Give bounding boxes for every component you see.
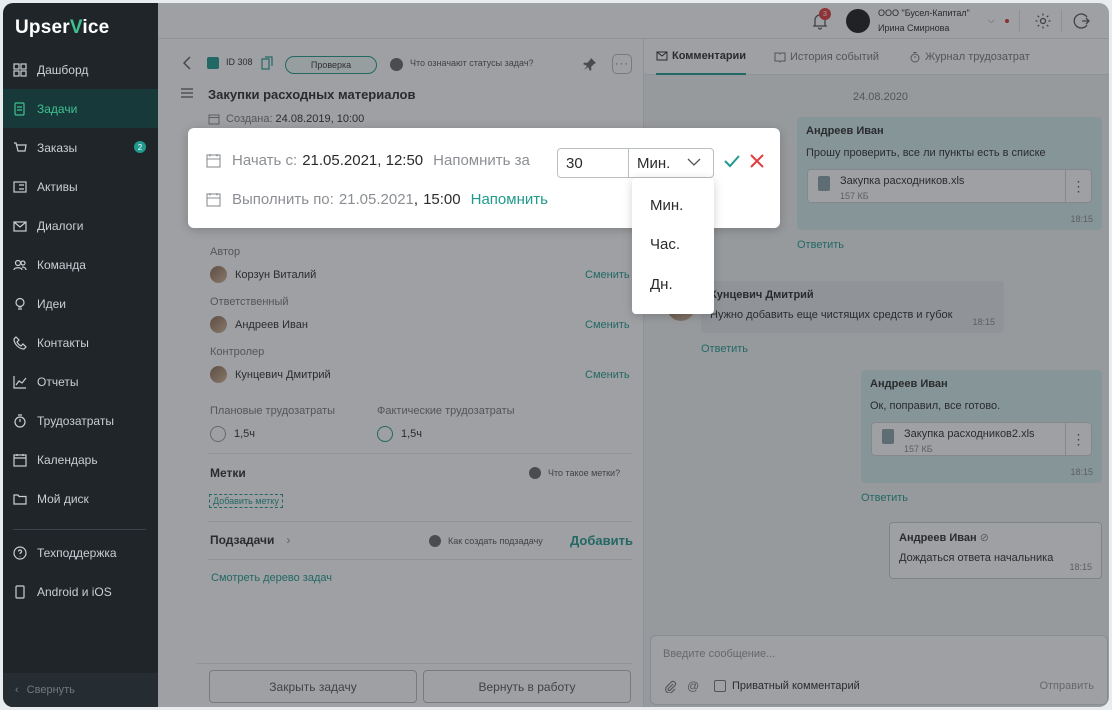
sidebar-item-label: Заказы [37, 140, 78, 155]
cart-icon [13, 141, 27, 155]
sidebar-divider [13, 529, 146, 530]
sidebar-item-label: Диалоги [37, 218, 84, 233]
sidebar-item-label: Отчеты [37, 374, 79, 389]
timer-icon [13, 413, 27, 428]
sidebar-item-contacts[interactable]: Контакты [3, 323, 158, 362]
calendar-icon [13, 453, 27, 467]
remind-amount-input[interactable]: 30 [557, 148, 628, 178]
sidebar-item-ideas[interactable]: Идеи [3, 284, 158, 323]
sidebar-item-assets[interactable]: Активы [3, 167, 158, 206]
remind-label: Напомнить за [433, 152, 530, 169]
cancel-x-icon[interactable] [749, 153, 765, 169]
sidebar-item-dialogs[interactable]: Диалоги [3, 206, 158, 245]
modal-backdrop[interactable] [158, 3, 1109, 707]
start-date-row: Начать с: 21.05.2021, 12:50 Напомнить за [206, 152, 530, 169]
bulb-icon [13, 297, 27, 311]
sidebar-bottom-nav: Техподдержка Android и iOS [3, 533, 158, 611]
sidebar-item-support[interactable]: Техподдержка [3, 533, 158, 572]
sidebar-item-label: Идеи [37, 296, 67, 311]
due-date-row: Выполнить по: 21.05.2021, 15:00 Напомнит… [206, 191, 548, 208]
sidebar-item-label: Техподдержка [37, 545, 117, 560]
logo: UpserVice [15, 17, 110, 38]
sidebar: UpserVice Дашборд Задачи Заказы 2 Активы [3, 3, 158, 707]
unit-option-minutes[interactable]: Мин. [650, 197, 683, 214]
sidebar-item-label: Android и iOS [37, 584, 112, 599]
help-icon [13, 545, 27, 560]
chevron-left-icon: ‹ [15, 684, 19, 696]
orders-badge: 2 [134, 141, 146, 153]
calendar-icon [206, 154, 221, 168]
sidebar-item-disk[interactable]: Мой диск [3, 479, 158, 518]
sidebar-item-label: Трудозатраты [37, 413, 114, 428]
due-time-value[interactable]: 15:00 [423, 191, 461, 208]
sidebar-nav: Дашборд Задачи Заказы 2 Активы Диалоги К… [3, 50, 158, 518]
collapse-sidebar-button[interactable]: ‹ Свернуть [3, 673, 158, 707]
chevron-down-icon [687, 158, 701, 166]
start-date-value[interactable]: 21.05.2021, 12:50 [302, 152, 423, 169]
grid-icon [13, 62, 27, 77]
remind-unit-select[interactable]: Мин. [628, 148, 714, 178]
team-icon [13, 258, 27, 272]
sidebar-item-tasks[interactable]: Задачи [3, 89, 158, 128]
folder-icon [13, 492, 27, 506]
chart-icon [13, 375, 27, 389]
sidebar-item-reports[interactable]: Отчеты [3, 362, 158, 401]
sidebar-item-label: Команда [37, 257, 86, 272]
unit-option-hours[interactable]: Час. [650, 236, 680, 253]
sidebar-item-label: Мой диск [37, 491, 89, 506]
sidebar-item-label: Активы [37, 179, 78, 194]
sidebar-item-calendar[interactable]: Календарь [3, 440, 158, 479]
task-icon [13, 101, 27, 116]
assets-icon [13, 180, 27, 194]
sidebar-item-label: Календарь [37, 452, 98, 467]
sidebar-item-dashboard[interactable]: Дашборд [3, 50, 158, 89]
phone-icon [13, 335, 27, 350]
unit-option-days[interactable]: Дн. [650, 276, 673, 293]
calendar-icon [206, 193, 221, 207]
sidebar-item-label: Контакты [37, 335, 89, 350]
mail-icon [13, 219, 27, 233]
sidebar-item-orders[interactable]: Заказы 2 [3, 128, 158, 167]
remind-unit-dropdown: Мин. Час. Дн. [632, 178, 714, 314]
due-date-value[interactable]: 21.05.2021 [339, 191, 414, 208]
sidebar-item-team[interactable]: Команда [3, 245, 158, 284]
confirm-check-icon[interactable] [723, 152, 741, 170]
sidebar-item-mobile[interactable]: Android и iOS [3, 572, 158, 611]
remind-link[interactable]: Напомнить [471, 191, 548, 208]
sidebar-item-label: Дашборд [37, 62, 89, 77]
mobile-icon [13, 584, 27, 599]
sidebar-item-label: Задачи [37, 101, 78, 116]
sidebar-item-labor[interactable]: Трудозатраты [3, 401, 158, 440]
app-window: UpserVice Дашборд Задачи Заказы 2 Активы [3, 3, 1109, 707]
